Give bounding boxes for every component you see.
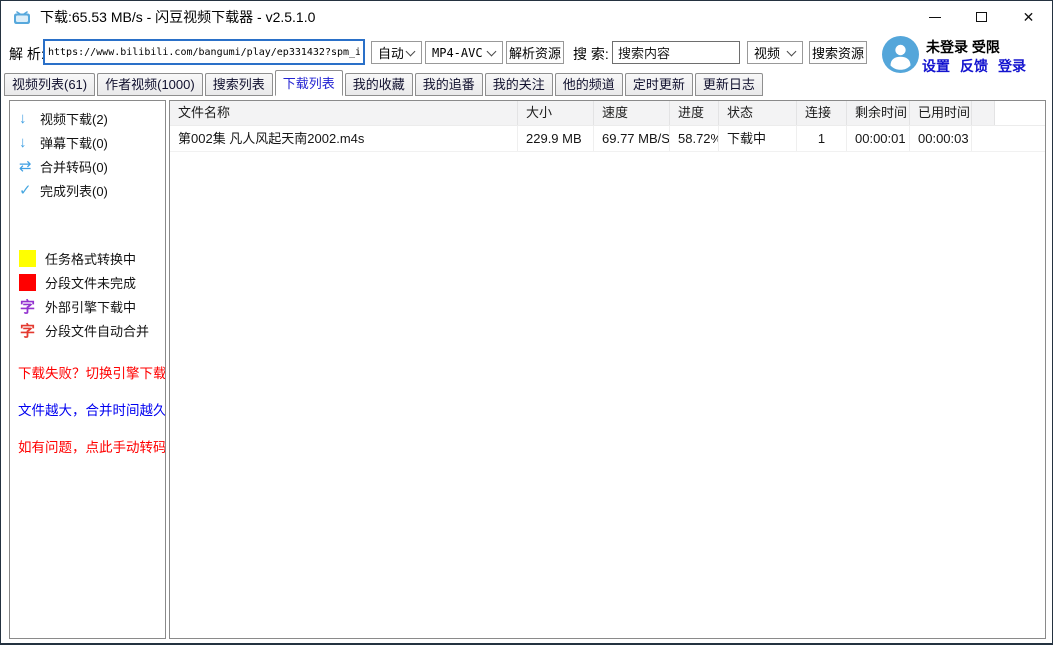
download-arrow-icon: ↓ — [19, 110, 40, 127]
queue-label: 视频下载(2) — [40, 109, 108, 128]
cell-progress: 58.72% — [670, 126, 719, 151]
cell-speed: 69.77 MB/S — [594, 126, 670, 151]
parse-resource-button[interactable]: 解析资源 — [506, 41, 564, 64]
legend-label: 外部引擎下载中 — [45, 297, 136, 316]
chevron-down-icon — [487, 46, 497, 56]
tab-his-channel[interactable]: 他的频道 — [555, 73, 623, 96]
note-switch-engine[interactable]: 下载失败？切换引擎下载 — [18, 366, 165, 382]
user-avatar-icon[interactable] — [882, 36, 919, 73]
legend-label: 分段文件未完成 — [45, 273, 136, 292]
column-header-connections[interactable]: 连接 — [797, 101, 847, 125]
sidebar-notes: 下载失败？切换引擎下载 文件越大，合并时间越久 如有问题，点此手动转码 — [10, 366, 165, 456]
download-table-panel: 文件名称 大小 速度 进度 状态 连接 剩余时间 已用时间 第002集 凡人风起… — [169, 100, 1046, 639]
tab-download-list[interactable]: 下载列表 — [275, 70, 343, 96]
tab-strip: 视频列表(61) 作者视频(1000) 搜索列表 下载列表 我的收藏 我的追番 … — [4, 70, 765, 96]
column-header-elapsed[interactable]: 已用时间 — [910, 101, 972, 125]
legend-label: 任务格式转换中 — [45, 249, 136, 268]
legend-label: 分段文件自动合并 — [45, 321, 149, 340]
tab-video-list[interactable]: 视频列表(61) — [4, 73, 95, 96]
column-header-size[interactable]: 大小 — [518, 101, 594, 125]
sidebar-item-completed-list[interactable]: ✓ 完成列表(0) — [10, 178, 165, 202]
parse-mode-select[interactable]: 自动 — [371, 41, 422, 64]
header-filler — [972, 101, 995, 125]
search-label: 搜 索: — [573, 44, 609, 64]
cell-elapsed: 00:00:03 — [910, 126, 972, 151]
legend-item-segment-incomplete: 分段文件未完成 — [10, 270, 165, 294]
minimize-button[interactable] — [911, 1, 958, 33]
sidebar-item-video-download[interactable]: ↓ 视频下载(2) — [10, 106, 165, 130]
status-legend: 任务格式转换中 分段文件未完成 字 外部引擎下载中 字 分段文件自动合并 — [10, 246, 165, 342]
purple-char-icon: 字 — [19, 296, 36, 317]
feedback-link[interactable]: 反馈 — [960, 56, 988, 76]
app-window: 下载:65.53 MB/s - 闪豆视频下载器 - v2.5.1.0 ✕ 解 析… — [0, 0, 1053, 645]
check-icon: ✓ — [19, 181, 40, 199]
tab-search-list[interactable]: 搜索列表 — [205, 73, 273, 96]
queue-label: 弹幕下载(0) — [40, 133, 108, 152]
red-square-icon — [19, 274, 36, 291]
app-logo-tv-icon — [13, 9, 31, 25]
table-header-row: 文件名称 大小 速度 进度 状态 连接 剩余时间 已用时间 — [170, 101, 1045, 126]
tab-my-bangumi[interactable]: 我的追番 — [415, 73, 483, 96]
note-manual-transcode[interactable]: 如有问题，点此手动转码 — [18, 440, 165, 456]
legend-item-external-engine: 字 外部引擎下载中 — [10, 294, 165, 318]
close-icon: ✕ — [1023, 10, 1035, 24]
tab-changelog[interactable]: 更新日志 — [695, 73, 763, 96]
red-char-icon: 字 — [19, 320, 36, 341]
cell-connections: 1 — [797, 126, 847, 151]
download-arrow-icon: ↓ — [19, 134, 40, 151]
chevron-down-icon — [787, 46, 797, 56]
cell-status: 下载中 — [719, 126, 797, 151]
swap-arrows-icon: ⇄ — [19, 157, 40, 175]
sidebar-item-danmaku-download[interactable]: ↓ 弹幕下载(0) — [10, 130, 165, 154]
search-type-select[interactable]: 视频 — [747, 41, 803, 64]
queue-list: ↓ 视频下载(2) ↓ 弹幕下载(0) ⇄ 合并转码(0) ✓ 完成列表(0) — [10, 101, 165, 202]
tab-author-videos[interactable]: 作者视频(1000) — [97, 73, 203, 96]
minimize-icon — [929, 17, 941, 18]
settings-link[interactable]: 设置 — [922, 56, 950, 76]
search-type-value: 视频 — [754, 43, 784, 62]
column-header-speed[interactable]: 速度 — [594, 101, 670, 125]
parse-label: 解 析: — [9, 44, 45, 64]
window-title: 下载:65.53 MB/s - 闪豆视频下载器 - v2.5.1.0 — [40, 7, 315, 27]
chevron-down-icon — [406, 46, 416, 56]
note-merge-time: 文件越大，合并时间越久 — [18, 403, 165, 419]
parse-mode-value: 自动 — [378, 43, 403, 62]
tab-scheduled-update[interactable]: 定时更新 — [625, 73, 693, 96]
queue-label: 合并转码(0) — [40, 157, 108, 176]
sidebar-panel: ↓ 视频下载(2) ↓ 弹幕下载(0) ⇄ 合并转码(0) ✓ 完成列表(0) … — [9, 100, 166, 639]
column-header-remaining[interactable]: 剩余时间 — [847, 101, 910, 125]
format-value: MP4-AVC — [432, 46, 484, 60]
close-button[interactable]: ✕ — [1005, 1, 1052, 33]
maximize-icon — [976, 12, 987, 22]
format-select[interactable]: MP4-AVC — [425, 41, 503, 64]
legend-item-auto-merge: 字 分段文件自动合并 — [10, 318, 165, 342]
url-input[interactable] — [43, 39, 365, 65]
table-row[interactable]: 第002集 凡人风起天南2002.m4s 229.9 MB 69.77 MB/S… — [170, 126, 1045, 152]
titlebar: 下载:65.53 MB/s - 闪豆视频下载器 - v2.5.1.0 ✕ — [1, 1, 1052, 33]
column-header-filename[interactable]: 文件名称 — [170, 101, 518, 125]
column-header-progress[interactable]: 进度 — [670, 101, 719, 125]
maximize-button[interactable] — [958, 1, 1005, 33]
yellow-square-icon — [19, 250, 36, 267]
tab-my-favorites[interactable]: 我的收藏 — [345, 73, 413, 96]
sidebar-item-merge-transcode[interactable]: ⇄ 合并转码(0) — [10, 154, 165, 178]
cell-filename: 第002集 凡人风起天南2002.m4s — [170, 126, 518, 151]
tab-my-follows[interactable]: 我的关注 — [485, 73, 553, 96]
search-resource-button[interactable]: 搜索资源 — [809, 41, 867, 64]
legend-item-converting: 任务格式转换中 — [10, 246, 165, 270]
cell-remaining: 00:00:01 — [847, 126, 910, 151]
login-link[interactable]: 登录 — [998, 56, 1026, 76]
cell-size: 229.9 MB — [518, 126, 594, 151]
search-input[interactable] — [612, 41, 740, 64]
column-header-status[interactable]: 状态 — [719, 101, 797, 125]
account-links: 设置 反馈 登录 — [922, 56, 1026, 76]
window-controls: ✕ — [911, 1, 1052, 33]
login-status-text: 未登录 受限 — [926, 37, 1000, 57]
queue-label: 完成列表(0) — [40, 181, 108, 200]
